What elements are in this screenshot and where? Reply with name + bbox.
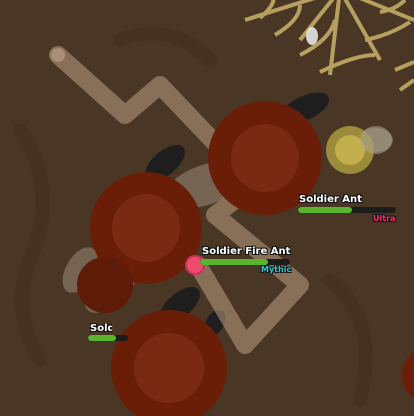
- mob-name-soldier-ant: Soldier Ant: [299, 194, 362, 205]
- game-viewport[interactable]: Soldier Ant Ultra Soldier Fire Ant Mythi…: [0, 0, 414, 416]
- movement-trail: [49, 46, 309, 354]
- mob-rarity-label: Mythic: [261, 265, 292, 274]
- mob-health-fill: [200, 259, 268, 265]
- web-ball: [306, 27, 318, 45]
- trail-start: [51, 48, 65, 62]
- mob-health-fill: [298, 207, 352, 213]
- mob-name-soldier-fire-ant: Soldier Fire Ant: [202, 246, 291, 257]
- spider-web: [244, 0, 414, 92]
- soldier-ant-body: [326, 126, 392, 174]
- ant-wings: [62, 128, 393, 313]
- mob-name-soldier-fire-ant-2: Soldier Fire Ant: [90, 323, 179, 334]
- mob-health-fill: [88, 335, 116, 341]
- mob-health-bar: [88, 335, 128, 341]
- mob-rarity-label: Ultra: [373, 214, 396, 223]
- mob-health-bar: [298, 207, 396, 213]
- ground-texture: [13, 26, 373, 407]
